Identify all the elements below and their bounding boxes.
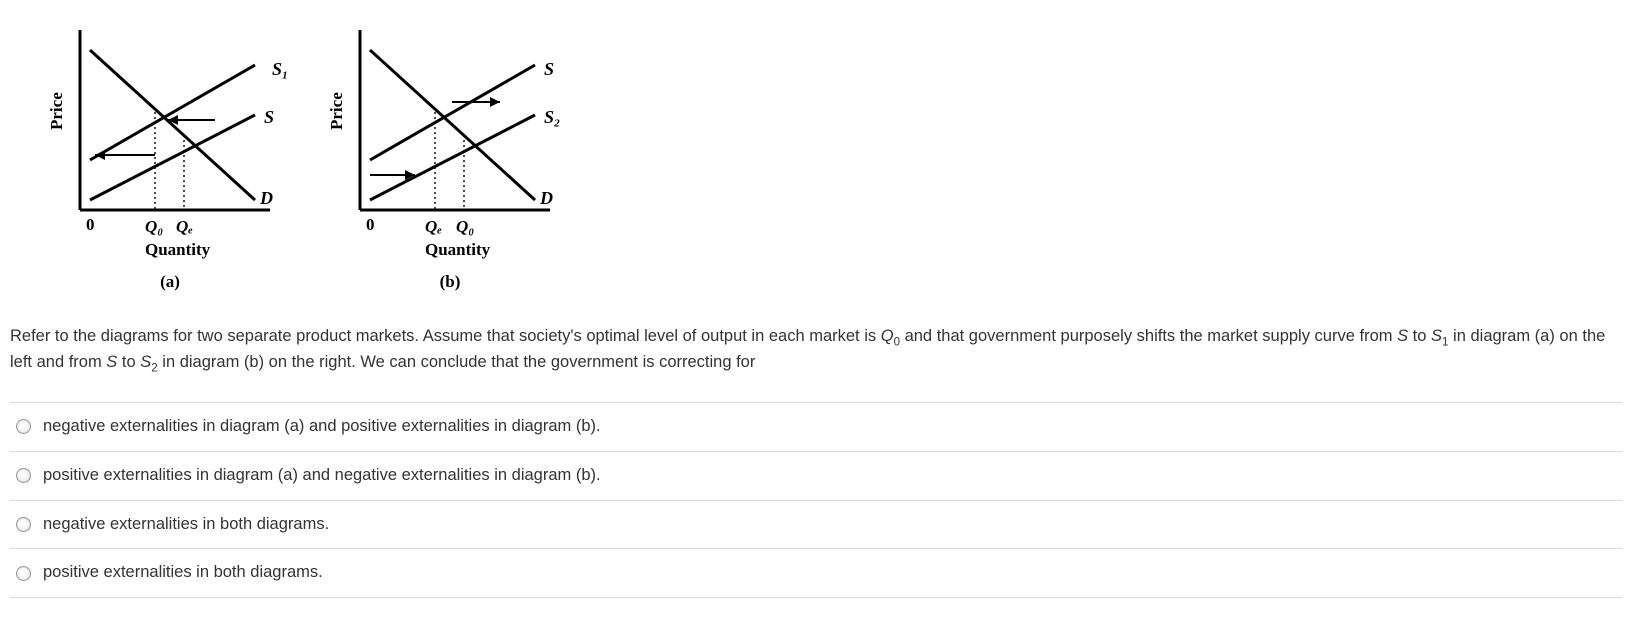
option-3[interactable]: negative externalities in both diagrams. xyxy=(10,501,1622,550)
radio-icon[interactable] xyxy=(16,419,31,434)
answer-options: negative externalities in diagram (a) an… xyxy=(10,402,1622,599)
option-1-text: negative externalities in diagram (a) an… xyxy=(43,415,601,439)
axis-x-label-a: Quantity xyxy=(145,240,211,259)
question-container: Price 0 S₁ S D Q₀ Qₑ Quantity (a) xyxy=(0,0,1632,608)
diagram-a-svg: Price 0 S₁ S D Q₀ Qₑ Quantity xyxy=(40,20,300,270)
curve-s-label-b: S xyxy=(544,59,554,79)
option-1[interactable]: negative externalities in diagram (a) an… xyxy=(10,403,1622,452)
tick-q0-a: Q₀ xyxy=(145,217,163,236)
origin-label-a: 0 xyxy=(86,215,95,234)
option-4-text: positive externalities in both diagrams. xyxy=(43,561,323,585)
tick-qe-b: Qₑ xyxy=(425,217,442,236)
option-2[interactable]: positive externalities in diagram (a) an… xyxy=(10,452,1622,501)
diagram-b-svg: Price 0 S S₂ D Qₑ Q₀ Quantity xyxy=(320,20,580,270)
option-4[interactable]: positive externalities in both diagrams. xyxy=(10,549,1622,598)
diagrams-row: Price 0 S₁ S D Q₀ Qₑ Quantity (a) xyxy=(40,20,1622,295)
question-text: Refer to the diagrams for two separate p… xyxy=(10,325,1622,377)
tick-q0-b: Q₀ xyxy=(456,217,474,236)
axis-y-label-b: Price xyxy=(327,92,346,130)
curve-d-label-b: D xyxy=(539,188,553,208)
curve-s-label-a: S xyxy=(264,107,274,127)
radio-icon[interactable] xyxy=(16,566,31,581)
option-2-text: positive externalities in diagram (a) an… xyxy=(43,464,601,488)
curve-s1-label: S₁ xyxy=(272,59,288,79)
diagram-b: Price 0 S S₂ D Qₑ Q₀ Quantity (b) xyxy=(320,20,580,295)
diagram-a-caption: (a) xyxy=(40,270,300,295)
axis-y-label-a: Price xyxy=(47,92,66,130)
axis-x-label-b: Quantity xyxy=(425,240,491,259)
option-3-text: negative externalities in both diagrams. xyxy=(43,513,329,537)
tick-qe-a: Qₑ xyxy=(176,217,193,236)
diagram-b-caption: (b) xyxy=(320,270,580,295)
curve-s2-label: S₂ xyxy=(544,107,560,127)
radio-icon[interactable] xyxy=(16,517,31,532)
curve-d-label-a: D xyxy=(259,188,273,208)
origin-label-b: 0 xyxy=(366,215,375,234)
diagram-a: Price 0 S₁ S D Q₀ Qₑ Quantity (a) xyxy=(40,20,300,295)
radio-icon[interactable] xyxy=(16,468,31,483)
